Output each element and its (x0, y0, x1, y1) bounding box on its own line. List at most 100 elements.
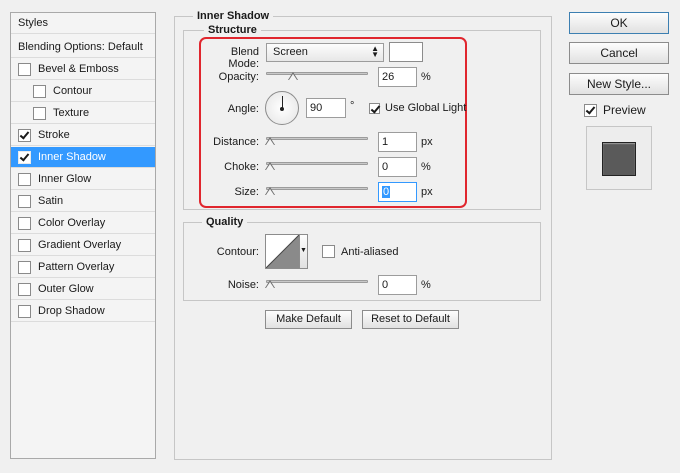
choke-unit: % (421, 161, 431, 173)
use-global-light-checkbox[interactable]: Use Global Light (369, 102, 466, 114)
opacity-slider-thumb[interactable] (287, 72, 298, 80)
style-item-label: Contour (53, 85, 93, 97)
angle-label: Angle: (227, 103, 259, 115)
size-input-selected-text: 0 (382, 186, 391, 198)
ok-button[interactable]: OK (569, 12, 669, 34)
choke-label: Choke: (224, 161, 259, 173)
preview-label: Preview (603, 103, 646, 117)
cancel-button[interactable]: Cancel (569, 42, 669, 64)
style-item-label: Inner Glow (38, 173, 92, 185)
style-item-bevel-emboss[interactable]: Bevel & Emboss (11, 59, 155, 80)
use-global-light-check[interactable] (369, 102, 380, 114)
style-item-checkbox[interactable] (18, 238, 31, 252)
angle-input[interactable]: 90 (306, 98, 346, 118)
style-item-checkbox[interactable] (18, 216, 31, 230)
opacity-input[interactable]: 26 (378, 67, 417, 87)
make-default-button[interactable]: Make Default (265, 310, 352, 329)
blend-mode-select[interactable]: Screen ▲ ▼ (266, 43, 384, 62)
style-item-checkbox[interactable] (33, 106, 46, 120)
contour-label: Contour: (216, 246, 259, 258)
angle-dial-center (280, 107, 284, 111)
style-item-texture[interactable]: Texture (11, 103, 155, 124)
style-item-checkbox[interactable] (18, 62, 31, 76)
style-item-label: Color Overlay (38, 217, 106, 229)
styles-header-label: Styles (18, 17, 48, 29)
style-item-checkbox[interactable] (18, 260, 31, 274)
angle-unit: ° (350, 100, 355, 112)
new-style-button[interactable]: New Style... (569, 73, 669, 95)
noise-slider-track[interactable] (266, 280, 368, 283)
style-item-gradient-overlay[interactable]: Gradient Overlay (11, 235, 155, 256)
distance-slider-track[interactable] (266, 137, 368, 140)
preview-check[interactable] (584, 103, 597, 117)
style-item-label: Stroke (38, 129, 70, 141)
style-item-drop-shadow[interactable]: Drop Shadow (11, 301, 155, 322)
anti-aliased-checkbox[interactable]: Anti-aliased (322, 245, 398, 258)
angle-dial[interactable] (265, 91, 299, 125)
style-item-label: Outer Glow (38, 283, 94, 295)
blend-mode-value: Screen (273, 46, 308, 58)
blending-options-item[interactable]: Blending Options: Default (11, 37, 155, 58)
choke-slider-track[interactable] (266, 162, 368, 165)
blend-mode-label: Blend Mode: (228, 46, 259, 70)
size-slider-track[interactable] (266, 187, 368, 190)
noise-label: Noise: (227, 279, 259, 291)
use-global-light-label: Use Global Light (385, 102, 467, 114)
style-item-label: Bevel & Emboss (38, 63, 119, 75)
size-label: Size: (234, 186, 259, 198)
noise-unit: % (421, 279, 431, 291)
reset-to-default-button[interactable]: Reset to Default (362, 310, 459, 329)
anti-aliased-label: Anti-aliased (341, 245, 399, 258)
style-item-label: Drop Shadow (38, 305, 105, 317)
anti-aliased-check[interactable] (322, 245, 335, 258)
style-item-label: Pattern Overlay (38, 261, 115, 273)
structure-title: Structure (204, 24, 261, 36)
preview-swatch (602, 142, 636, 176)
style-item-pattern-overlay[interactable]: Pattern Overlay (11, 257, 155, 278)
style-item-checkbox[interactable] (18, 194, 31, 208)
style-item-inner-glow[interactable]: Inner Glow (11, 169, 155, 190)
noise-input[interactable]: 0 (378, 275, 417, 295)
style-item-checkbox[interactable] (33, 84, 46, 98)
style-item-checkbox[interactable] (18, 282, 31, 296)
preview-checkbox[interactable]: Preview (584, 103, 646, 117)
opacity-unit: % (421, 71, 431, 83)
style-item-inner-shadow[interactable]: Inner Shadow (11, 147, 155, 168)
contour-curve-icon (265, 234, 300, 269)
style-item-checkbox[interactable] (18, 172, 31, 186)
distance-input[interactable]: 1 (378, 132, 417, 152)
shadow-color-swatch[interactable] (389, 42, 423, 62)
opacity-slider-track[interactable] (266, 72, 368, 75)
style-item-label: Texture (53, 107, 90, 119)
size-unit: px (421, 186, 433, 198)
distance-slider-thumb[interactable] (265, 137, 275, 145)
distance-unit: px (421, 136, 433, 148)
styles-header[interactable]: Styles (11, 13, 155, 34)
style-item-checkbox[interactable] (18, 304, 31, 318)
style-item-color-overlay[interactable]: Color Overlay (11, 213, 155, 234)
choke-slider-thumb[interactable] (265, 162, 275, 170)
contour-preview[interactable] (265, 234, 300, 269)
size-input[interactable]: 0 (378, 182, 417, 202)
contour-dropdown-button[interactable]: ▼ (300, 234, 308, 269)
style-item-checkbox[interactable] (18, 150, 31, 164)
style-item-checkbox[interactable] (18, 128, 31, 142)
style-item-contour[interactable]: Contour (11, 81, 155, 102)
style-item-label: Gradient Overlay (38, 239, 122, 251)
noise-slider-thumb[interactable] (265, 280, 275, 288)
preview-panel (586, 126, 652, 190)
inner-shadow-title: Inner Shadow (193, 10, 274, 22)
opacity-label: Opacity: (218, 71, 259, 83)
size-slider-thumb[interactable] (265, 187, 275, 195)
style-item-outer-glow[interactable]: Outer Glow (11, 279, 155, 300)
style-item-label: Inner Shadow (38, 151, 106, 163)
choke-input[interactable]: 0 (378, 157, 417, 177)
distance-label: Distance: (213, 136, 259, 148)
dropdown-arrow-icon: ▼ (300, 247, 307, 254)
select-arrows-icon: ▲ ▼ (371, 44, 379, 59)
blending-options-label: Blending Options: Default (18, 41, 143, 53)
styles-list-panel: Styles Blending Options: Default Bevel &… (10, 12, 156, 459)
quality-title: Quality (202, 216, 248, 228)
style-item-stroke[interactable]: Stroke (11, 125, 155, 146)
style-item-satin[interactable]: Satin (11, 191, 155, 212)
